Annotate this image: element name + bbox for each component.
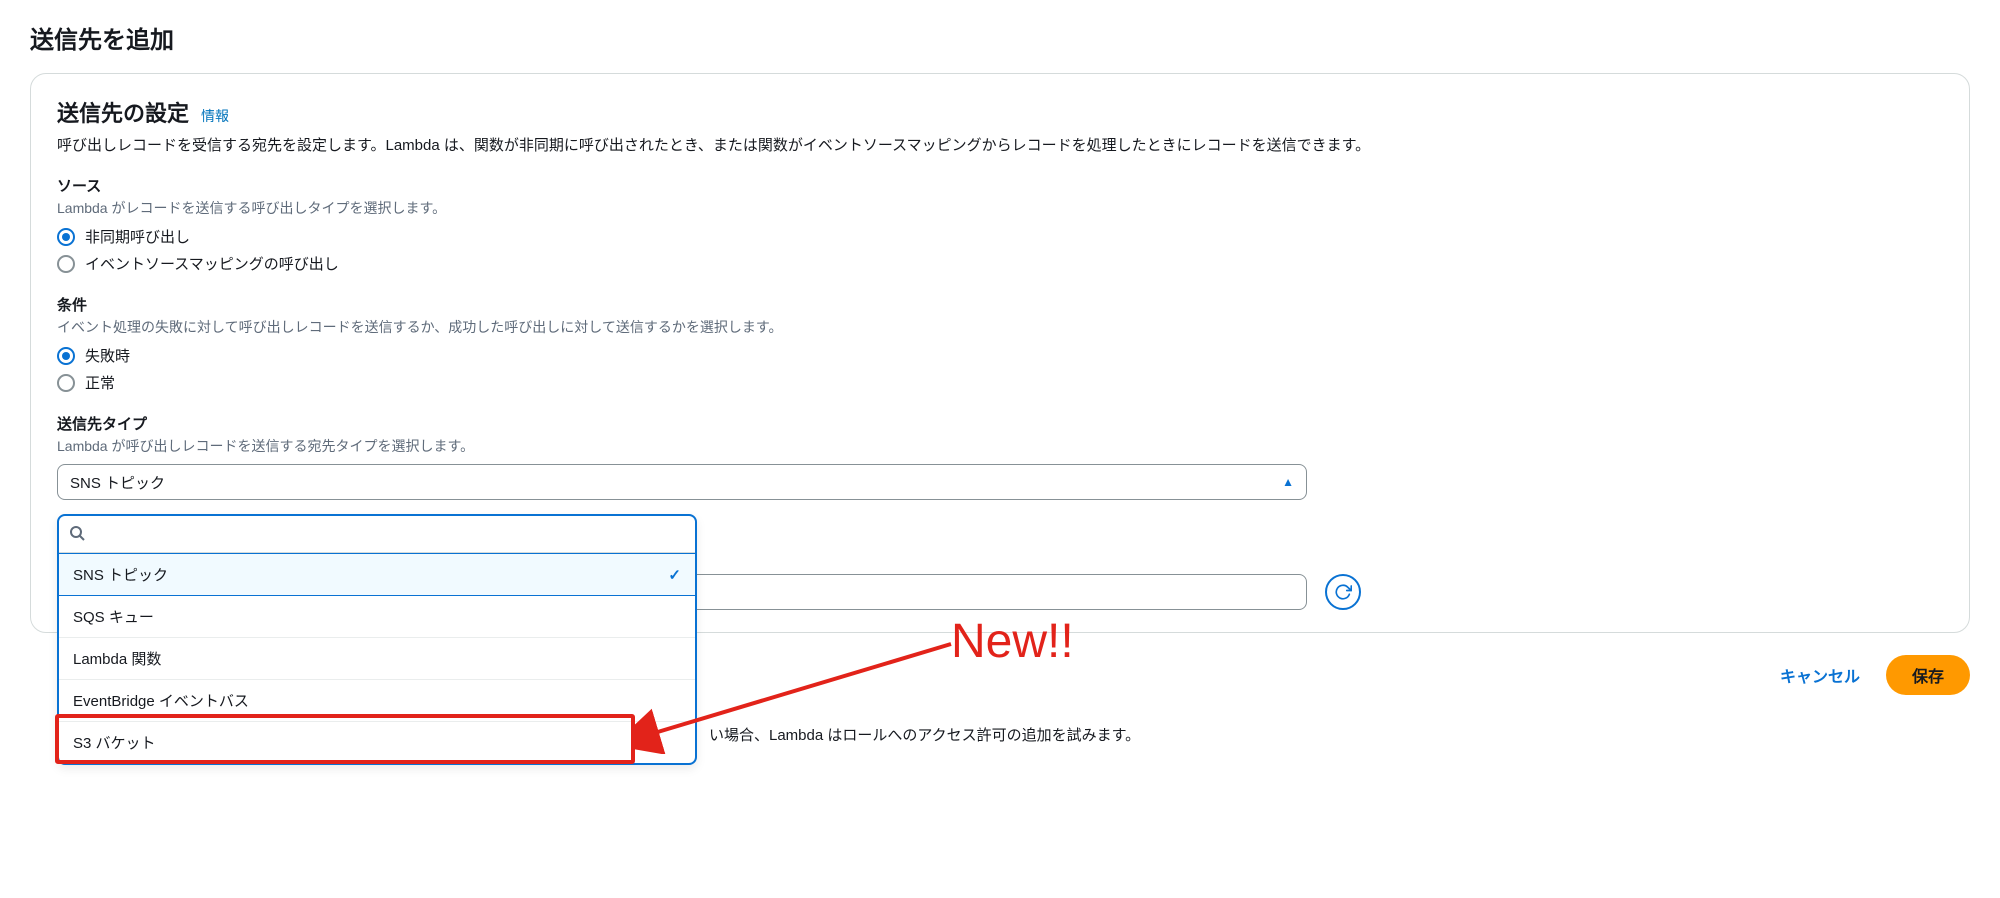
- page-title: 送信先を追加: [30, 20, 1970, 55]
- radio-label: 正常: [85, 372, 115, 393]
- condition-hint: イベント処理の失敗に対して呼び出しレコードを送信するか、成功した呼び出しに対して…: [57, 317, 1943, 337]
- radio-icon: [57, 255, 75, 273]
- select-value: SNS トピック: [70, 472, 165, 493]
- dd-option-eventbridge[interactable]: EventBridge イベントバス: [59, 680, 695, 722]
- dd-option-label: SQS キュー: [73, 606, 154, 627]
- radio-label: 失敗時: [85, 345, 130, 366]
- dd-option-lambda[interactable]: Lambda 関数: [59, 638, 695, 680]
- condition-field: 条件 イベント処理の失敗に対して呼び出しレコードを送信するか、成功した呼び出しに…: [57, 294, 1943, 393]
- source-label: ソース: [57, 175, 1943, 196]
- source-radio-esm[interactable]: イベントソースマッピングの呼び出し: [57, 253, 1943, 274]
- dest-type-dropdown: SNS トピック ✓ SQS キュー Lambda 関数 EventBridge…: [57, 514, 697, 765]
- dest-type-select[interactable]: SNS トピック ▲: [57, 464, 1307, 500]
- info-link[interactable]: 情報: [201, 106, 229, 126]
- radio-label: 非同期呼び出し: [85, 226, 190, 247]
- permission-note-fragment: い場合、Lambda はロールへのアクセス許可の追加を試みます。: [709, 724, 1140, 745]
- dest-type-field: 送信先タイプ Lambda が呼び出しレコードを送信する宛先タイプを選択します。…: [57, 413, 1943, 500]
- dd-option-label: S3 バケット: [73, 732, 156, 753]
- source-radio-async[interactable]: 非同期呼び出し: [57, 226, 1943, 247]
- check-icon: ✓: [668, 566, 681, 584]
- condition-label: 条件: [57, 294, 1943, 315]
- panel-description: 呼び出しレコードを受信する宛先を設定します。Lambda は、関数が非同期に呼び…: [57, 134, 1943, 155]
- dd-option-sns[interactable]: SNS トピック ✓: [59, 553, 695, 596]
- dd-option-label: SNS トピック: [73, 564, 168, 585]
- refresh-button[interactable]: [1325, 574, 1361, 610]
- dropdown-search-row: [59, 516, 695, 553]
- cancel-button[interactable]: キャンセル: [1770, 655, 1870, 695]
- search-icon: [69, 525, 85, 544]
- radio-icon: [57, 228, 75, 246]
- dd-option-label: EventBridge イベントバス: [73, 690, 249, 711]
- radio-icon: [57, 347, 75, 365]
- caret-up-icon: ▲: [1282, 475, 1294, 489]
- refresh-icon: [1334, 583, 1352, 601]
- radio-label: イベントソースマッピングの呼び出し: [85, 253, 339, 274]
- dest-type-hint: Lambda が呼び出しレコードを送信する宛先タイプを選択します。: [57, 436, 1943, 456]
- dd-option-sqs[interactable]: SQS キュー: [59, 596, 695, 638]
- source-hint: Lambda がレコードを送信する呼び出しタイプを選択します。: [57, 198, 1943, 218]
- dropdown-search-input[interactable]: [93, 522, 685, 546]
- settings-panel: 送信先の設定 情報 呼び出しレコードを受信する宛先を設定します。Lambda は…: [30, 73, 1970, 633]
- dd-option-label: Lambda 関数: [73, 648, 161, 669]
- radio-icon: [57, 374, 75, 392]
- condition-radio-failure[interactable]: 失敗時: [57, 345, 1943, 366]
- dest-type-label: 送信先タイプ: [57, 413, 1943, 434]
- panel-title: 送信先の設定: [57, 96, 189, 128]
- save-button[interactable]: 保存: [1886, 655, 1970, 695]
- condition-radio-success[interactable]: 正常: [57, 372, 1943, 393]
- dd-option-s3[interactable]: S3 バケット: [59, 722, 695, 763]
- source-field: ソース Lambda がレコードを送信する呼び出しタイプを選択します。 非同期呼…: [57, 175, 1943, 274]
